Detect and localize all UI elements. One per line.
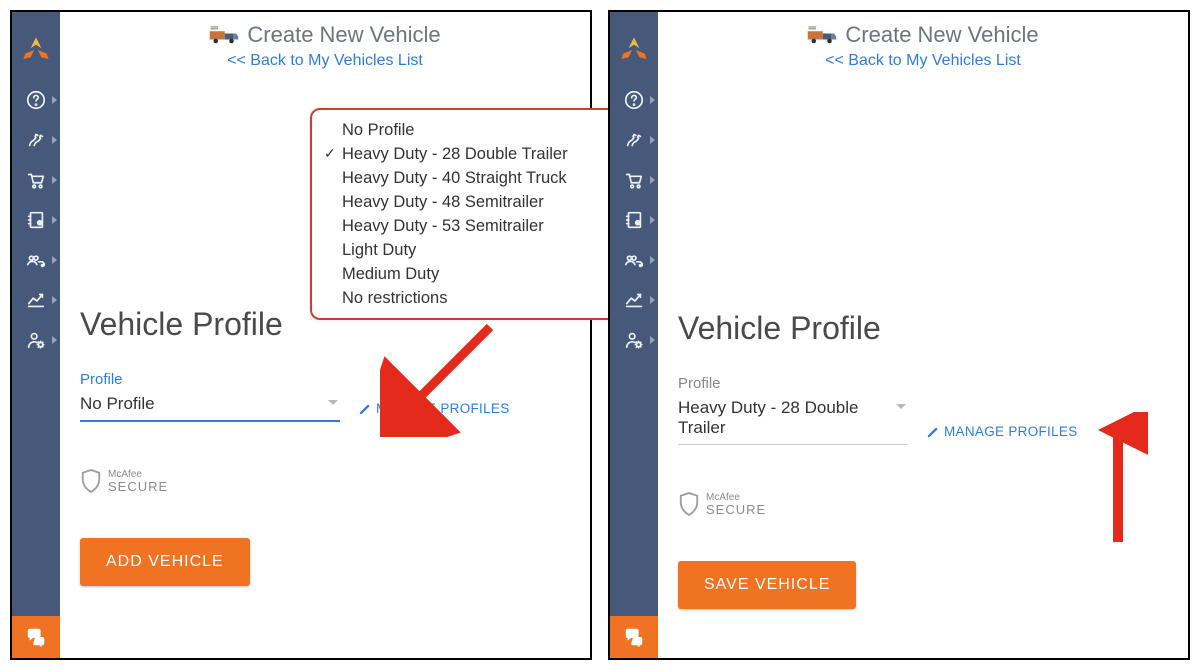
chat-icon [25,626,47,648]
cart-icon [25,169,47,191]
chat-button[interactable] [12,616,60,658]
shield-icon [80,468,102,494]
nav-orders[interactable] [610,160,658,200]
mcafee-line2: SECURE [108,480,168,493]
sidebar [12,12,60,658]
save-vehicle-button[interactable]: SAVE VEHICLE [678,561,856,609]
mcafee-line1: McAfee [108,470,168,480]
chevron-right-icon [52,96,57,104]
page-title: Create New Vehicle [845,22,1038,48]
chevron-right-icon [650,336,655,344]
logo [12,20,60,80]
nav-routes[interactable] [12,120,60,160]
chevron-right-icon [650,296,655,304]
dropdown-option[interactable]: No Profile [312,118,626,142]
manage-profiles-label: MANAGE PROFILES [376,401,510,416]
dropdown-option[interactable]: No restrictions [312,286,626,310]
chevron-right-icon [52,336,57,344]
page-header: Create New Vehicle [80,22,570,48]
nav-addressbook[interactable] [12,200,60,240]
shield-icon [678,491,700,517]
page-header: Create New Vehicle [678,22,1168,48]
page-title: Create New Vehicle [247,22,440,48]
chevron-right-icon [52,136,57,144]
routes-icon [25,129,47,151]
pencil-icon [926,425,940,439]
addressbook-icon [623,209,645,231]
admin-icon [25,329,47,351]
mcafee-line1: McAfee [706,493,766,503]
manage-profiles-link[interactable]: MANAGE PROFILES [358,401,510,422]
caret-down-icon [328,400,338,405]
dropdown-option[interactable]: Heavy Duty - 53 Semitrailer [312,214,626,238]
help-icon [623,89,645,111]
dropdown-option[interactable]: Medium Duty [312,262,626,286]
profile-select[interactable]: Heavy Duty - 28 Double Trailer [678,394,908,445]
nav-admin[interactable] [610,320,658,360]
dropdown-option[interactable]: Heavy Duty - 28 Double Trailer [312,142,626,166]
screenshot-left: Create New Vehicle << Back to My Vehicle… [10,10,592,660]
profile-field-label: Profile [80,371,570,388]
chevron-right-icon [650,136,655,144]
cart-icon [623,169,645,191]
profile-select[interactable]: No Profile [80,390,340,422]
analytics-icon [25,289,47,311]
truck-icon [807,25,837,45]
sidebar [610,12,658,658]
nav-fleet[interactable] [12,240,60,280]
help-icon [25,89,47,111]
profile-select-value: Heavy Duty - 28 Double Trailer [678,398,858,437]
addressbook-icon [25,209,47,231]
chevron-right-icon [650,176,655,184]
profile-select-value: No Profile [80,394,155,413]
caret-down-icon [896,404,906,409]
dropdown-option[interactable]: Heavy Duty - 40 Straight Truck [312,166,626,190]
chevron-right-icon [52,256,57,264]
screenshot-right: Create New Vehicle << Back to My Vehicle… [608,10,1190,660]
section-title: Vehicle Profile [678,310,1168,347]
profile-dropdown-open: No Profile Heavy Duty - 28 Double Traile… [310,108,628,320]
mcafee-badge: McAfee SECURE [80,468,570,494]
nav-analytics[interactable] [12,280,60,320]
nav-help[interactable] [12,80,60,120]
back-link[interactable]: << Back to My Vehicles List [80,52,570,70]
nav-addressbook[interactable] [610,200,658,240]
chevron-right-icon [52,216,57,224]
main-content: Create New Vehicle << Back to My Vehicle… [658,12,1188,658]
fleet-icon [25,249,47,271]
admin-icon [623,329,645,351]
chat-icon [623,626,645,648]
fleet-icon [623,249,645,271]
main-content: Create New Vehicle << Back to My Vehicle… [60,12,590,658]
chevron-right-icon [650,216,655,224]
pencil-icon [358,402,372,416]
chevron-right-icon [650,96,655,104]
manage-profiles-label: MANAGE PROFILES [944,424,1078,439]
nav-fleet[interactable] [610,240,658,280]
routes-icon [623,129,645,151]
manage-profiles-link[interactable]: MANAGE PROFILES [926,424,1078,445]
logo [610,20,658,80]
chevron-right-icon [52,296,57,304]
back-link[interactable]: << Back to My Vehicles List [678,52,1168,70]
analytics-icon [623,289,645,311]
mcafee-line2: SECURE [706,503,766,516]
truck-icon [209,25,239,45]
nav-orders[interactable] [12,160,60,200]
nav-analytics[interactable] [610,280,658,320]
chat-button[interactable] [610,616,658,658]
chevron-right-icon [650,256,655,264]
nav-routes[interactable] [610,120,658,160]
mcafee-badge: McAfee SECURE [678,491,1168,517]
dropdown-option[interactable]: Light Duty [312,238,626,262]
profile-field-label: Profile [678,375,1168,392]
nav-admin[interactable] [12,320,60,360]
add-vehicle-button[interactable]: ADD VEHICLE [80,538,250,586]
dropdown-option[interactable]: Heavy Duty - 48 Semitrailer [312,190,626,214]
chevron-right-icon [52,176,57,184]
nav-help[interactable] [610,80,658,120]
